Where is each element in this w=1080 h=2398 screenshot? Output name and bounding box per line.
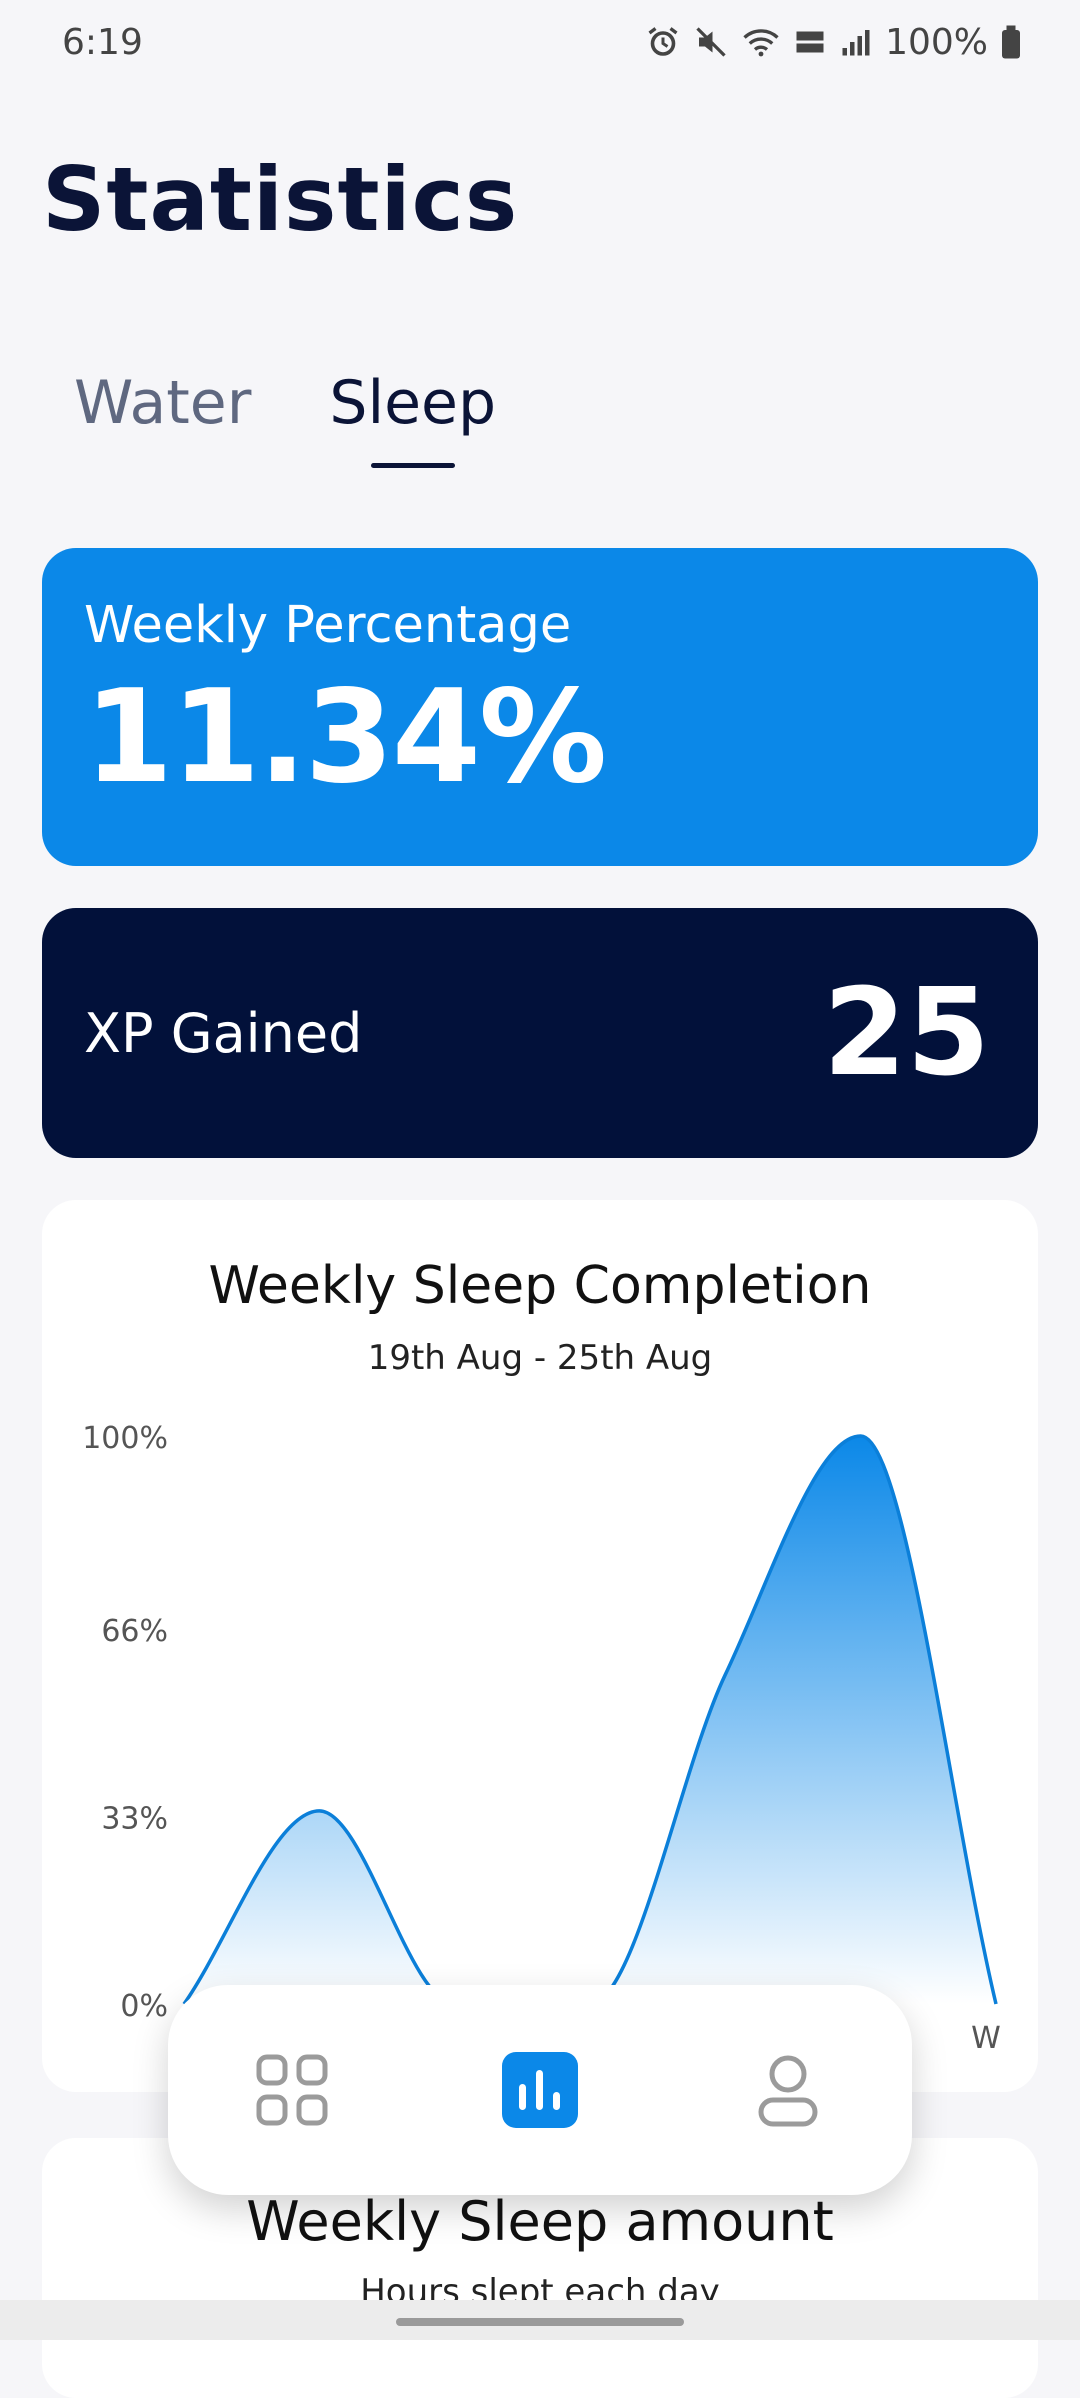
xp-label: XP Gained [84, 1001, 363, 1065]
weekly-percentage-value: 11.34% [84, 663, 607, 812]
mute-icon [693, 24, 729, 60]
y-tick-label: 66% [101, 1614, 168, 1649]
chart-area [184, 1436, 996, 2004]
tab-bar: Water Sleep [74, 368, 496, 468]
nav-profile-button[interactable] [733, 2035, 843, 2145]
signal-icon [839, 24, 873, 60]
bar-chart-icon [502, 2052, 578, 2128]
y-tick-label: 0% [120, 1989, 168, 2024]
weekly-percentage-card: Weekly Percentage 11.34% [42, 548, 1038, 866]
tab-water[interactable]: Water [74, 368, 251, 438]
sleep-completion-chart: 0% 33% 66% 100% W [82, 1421, 1001, 2056]
weekly-percentage-label: Weekly Percentage [84, 596, 572, 655]
alarm-icon [645, 24, 681, 60]
status-icons: 100% [645, 22, 1022, 63]
x-tick-label: W [971, 2021, 1001, 2056]
xp-card: XP Gained 25 [42, 908, 1038, 1158]
tab-sleep[interactable]: Sleep [329, 368, 496, 468]
home-gesture-pill[interactable] [396, 2318, 684, 2326]
status-time: 6:19 [62, 21, 143, 63]
nav-dashboard-button[interactable] [237, 2035, 347, 2145]
lte-icon [793, 24, 827, 60]
page-title: Statistics [42, 148, 519, 251]
sleep-amount-title: Weekly Sleep amount [246, 2190, 834, 2253]
wifi-icon [741, 24, 781, 60]
grid-icon [256, 2054, 328, 2126]
sleep-completion-chart-card: Weekly Sleep Completion 19th Aug - 25th … [42, 1200, 1038, 2092]
battery-text: 100% [885, 21, 988, 63]
xp-value: 25 [823, 963, 990, 1103]
status-bar: 6:19 100% [0, 0, 1080, 84]
person-icon [758, 2055, 818, 2127]
y-tick-label: 33% [101, 1802, 168, 1837]
nav-statistics-button[interactable] [485, 2035, 595, 2145]
bottom-navigation [168, 1985, 912, 2195]
y-tick-label: 100% [82, 1421, 168, 1456]
battery-icon [1000, 24, 1022, 60]
